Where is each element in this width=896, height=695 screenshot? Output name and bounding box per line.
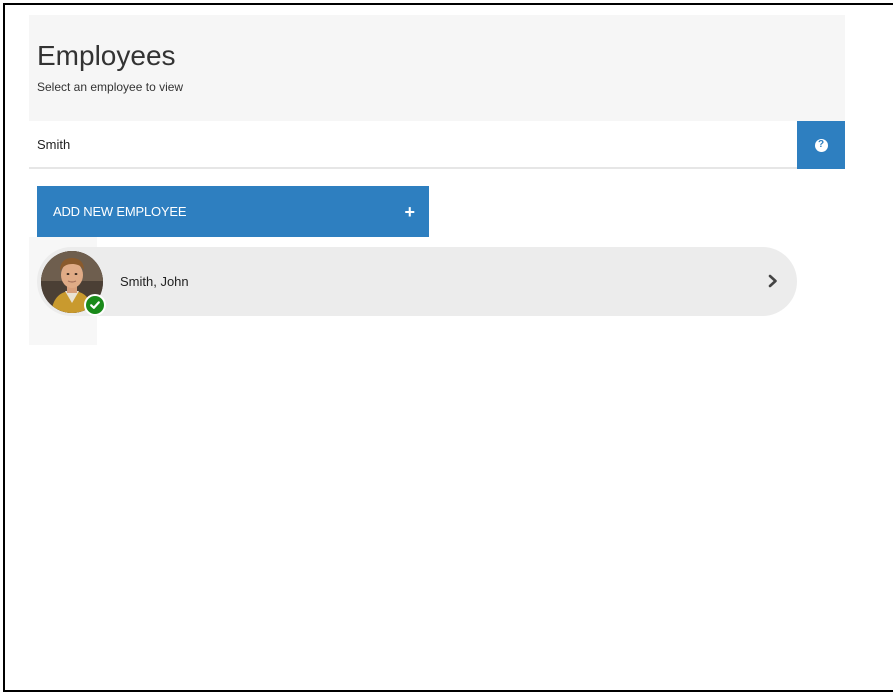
employee-list-item[interactable]: Smith, John <box>37 247 797 316</box>
plus-icon: + <box>404 201 415 222</box>
page-title: Employees <box>37 40 176 71</box>
add-new-employee-label: ADD NEW EMPLOYEE <box>53 204 187 219</box>
status-check-icon <box>84 293 106 316</box>
page-header: Employees Select an employee to view <box>29 15 845 122</box>
add-new-employee-button[interactable]: ADD NEW EMPLOYEE + <box>37 186 429 237</box>
employee-name: Smith, John <box>120 274 189 289</box>
help-button[interactable]: ? <box>797 121 845 169</box>
page-subtitle: Select an employee to view <box>37 80 184 94</box>
avatar-container <box>41 250 106 316</box>
chevron-right-icon <box>763 271 783 291</box>
search-input[interactable] <box>29 121 797 167</box>
question-circle-icon: ? <box>814 138 828 152</box>
search-bar: ? <box>29 121 845 169</box>
